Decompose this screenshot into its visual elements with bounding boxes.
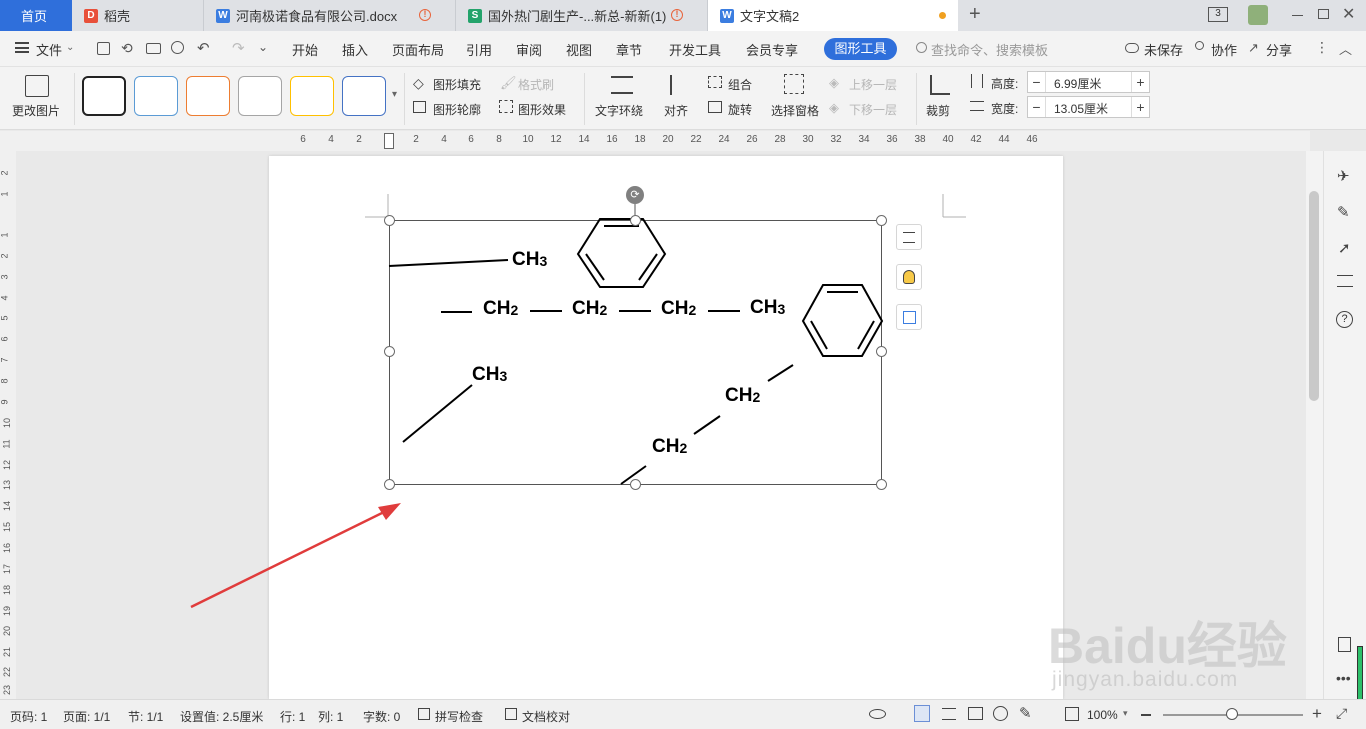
benzene-double-bond [810, 320, 828, 350]
status-page-code: 页码: 1 [10, 710, 48, 724]
fit-page-icon[interactable] [1065, 707, 1079, 721]
spell-check-icon [418, 708, 430, 720]
resize-handle[interactable] [384, 215, 395, 226]
vertical-scrollbar[interactable] [1306, 151, 1323, 699]
doc-search-icon[interactable] [1338, 637, 1351, 652]
lightbulb-icon [903, 270, 915, 284]
eye-icon[interactable] [869, 709, 886, 719]
chem-label-ch2: CH2 [725, 385, 761, 406]
chem-label-ch3: CH3 [512, 249, 548, 270]
pen-icon[interactable]: ✎ [1337, 203, 1350, 221]
annotate-icon[interactable]: ✎ [1019, 704, 1032, 722]
chem-label-ch2: CH2 [652, 436, 688, 457]
status-pages[interactable]: 页面: 1/1 [63, 708, 110, 725]
outline-view-icon[interactable] [942, 708, 956, 720]
right-side-panel: ✈ ✎ ➚ ? ••• [1323, 151, 1366, 701]
baidu-watermark-url: jingyan.baidu.com [1052, 668, 1239, 691]
doc-proof-button[interactable]: 文档校对 [522, 708, 570, 725]
corner-mark [942, 194, 966, 218]
zoom-level[interactable]: 100% [1087, 708, 1118, 722]
chem-label-ch2: CH2 [483, 298, 519, 319]
zoom-out-icon[interactable] [1141, 714, 1151, 716]
layout-icon [903, 232, 915, 243]
progress-indicator [1357, 646, 1363, 701]
layout-options-button[interactable] [896, 224, 922, 250]
page-view-icon[interactable] [914, 705, 930, 722]
resize-handle[interactable] [384, 479, 395, 490]
edit-icon [903, 311, 916, 324]
benzene-double-bond [638, 253, 658, 281]
zoom-dropdown-icon[interactable]: ▾ [1123, 708, 1128, 719]
status-setting: 设置值: 2.5厘米 [180, 710, 264, 724]
chem-label-ch3: CH3 [750, 297, 786, 318]
zoom-slider-thumb[interactable] [1226, 708, 1238, 720]
benzene-ring [576, 218, 667, 288]
rotate-handle-icon[interactable]: ⟳ [626, 186, 644, 204]
bond-line [693, 415, 721, 435]
smart-tip-button[interactable] [896, 264, 922, 290]
chem-label-ch2: CH2 [572, 298, 608, 319]
status-word-count[interactable]: 字数: 0 [363, 708, 400, 725]
scroll-thumb[interactable] [1309, 191, 1319, 401]
selection-frame[interactable] [389, 220, 882, 485]
zoom-in-icon[interactable]: + [1312, 704, 1322, 724]
bond-line [767, 364, 794, 382]
chem-label-ch3: CH3 [472, 364, 508, 385]
chem-label-ch2: CH2 [661, 298, 697, 319]
fullscreen-icon[interactable]: ⤢ [1336, 705, 1347, 722]
cursor-icon[interactable]: ➚ [1338, 239, 1351, 257]
more-dots-icon[interactable]: ••• [1336, 670, 1351, 686]
benzene-double-bond [585, 253, 605, 281]
help-icon[interactable]: ? [1336, 311, 1353, 328]
resize-handle[interactable] [876, 346, 887, 357]
status-col: 列: 1 [318, 710, 344, 724]
reading-view-icon[interactable] [968, 707, 983, 720]
arrow-head-icon [378, 503, 401, 520]
benzene-ring [801, 284, 884, 357]
spell-check-button[interactable]: 拼写检查 [435, 708, 483, 725]
resize-handle[interactable] [384, 346, 395, 357]
resize-handle[interactable] [630, 215, 641, 226]
annotation-arrow [190, 509, 387, 609]
bond-line [402, 384, 473, 443]
bond-line [388, 259, 509, 267]
resize-handle[interactable] [876, 479, 887, 490]
doc-proof-icon [505, 708, 517, 720]
status-row: 行: 1 [280, 710, 306, 724]
sliders-icon[interactable] [1337, 275, 1353, 287]
corner-mark [365, 194, 389, 218]
edit-shape-button[interactable] [896, 304, 922, 330]
rocket-icon[interactable]: ✈ [1337, 167, 1350, 185]
resize-handle[interactable] [876, 215, 887, 226]
status-section: 节: 1/1 [128, 710, 164, 724]
status-bar: 页码: 1 页面: 1/1 节: 1/1 设置值: 2.5厘米 行: 1 列: … [0, 699, 1366, 729]
web-view-icon[interactable] [993, 706, 1008, 721]
benzene-double-bond [857, 320, 875, 350]
resize-handle[interactable] [630, 479, 641, 490]
